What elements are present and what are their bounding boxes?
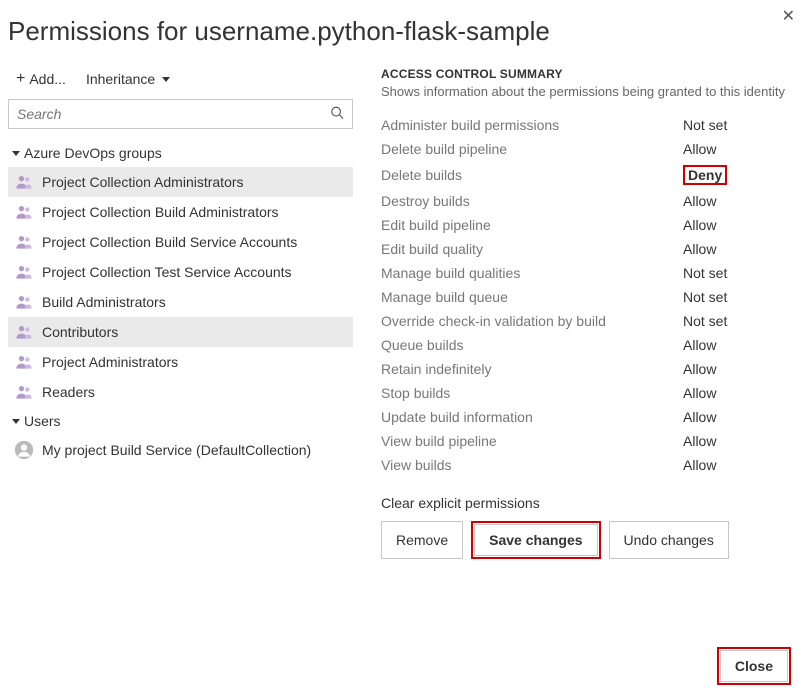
group-item-label: Project Administrators [42, 354, 178, 370]
permission-label: Edit build quality [381, 241, 683, 257]
sidebar-group-item[interactable]: Contributors [8, 317, 353, 347]
undo-changes-button[interactable]: Undo changes [609, 521, 729, 559]
permission-value[interactable]: Not set [683, 289, 793, 305]
permission-label: Queue builds [381, 337, 683, 353]
inheritance-dropdown[interactable]: Inheritance [86, 71, 170, 87]
permission-value[interactable]: Allow [683, 193, 793, 209]
permission-row[interactable]: Delete build pipelineAllow [381, 137, 793, 161]
permission-label: Edit build pipeline [381, 217, 683, 233]
permission-value[interactable]: Allow [683, 385, 793, 401]
user-icon [14, 440, 34, 460]
close-highlight: Close [717, 647, 791, 685]
permission-row[interactable]: Update build informationAllow [381, 405, 793, 429]
group-item-label: Project Collection Build Administrators [42, 204, 279, 220]
clear-permissions-label: Clear explicit permissions [381, 495, 793, 511]
permission-label: Administer build permissions [381, 117, 683, 133]
permission-value[interactable]: Allow [683, 217, 793, 233]
group-item-label: Project Collection Build Service Account… [42, 234, 297, 250]
permission-row[interactable]: Delete buildsDeny [381, 161, 793, 189]
permission-row[interactable]: Destroy buildsAllow [381, 189, 793, 213]
permission-label: Manage build queue [381, 289, 683, 305]
group-icon [14, 232, 34, 252]
permission-value[interactable]: Deny [683, 165, 793, 185]
group-icon [14, 382, 34, 402]
permission-row[interactable]: Queue buildsAllow [381, 333, 793, 357]
sidebar-user-item[interactable]: My project Build Service (DefaultCollect… [8, 435, 353, 465]
inheritance-label: Inheritance [86, 71, 155, 87]
permission-value[interactable]: Allow [683, 457, 793, 473]
permission-row[interactable]: Administer build permissionsNot set [381, 113, 793, 137]
user-item-label: My project Build Service (DefaultCollect… [42, 442, 311, 458]
group-icon [14, 292, 34, 312]
users-section-label: Users [24, 413, 61, 429]
save-highlight: Save changes [471, 521, 600, 559]
sidebar-group-item[interactable]: Readers [8, 377, 353, 407]
group-item-label: Project Collection Test Service Accounts [42, 264, 292, 280]
permission-row[interactable]: Edit build qualityAllow [381, 237, 793, 261]
close-button[interactable]: Close [720, 650, 788, 682]
permission-row[interactable]: View buildsAllow [381, 453, 793, 477]
permission-value[interactable]: Allow [683, 337, 793, 353]
sidebar-group-item[interactable]: Project Collection Administrators [8, 167, 353, 197]
permission-label: Stop builds [381, 385, 683, 401]
sidebar-group-item[interactable]: Project Administrators [8, 347, 353, 377]
permission-value[interactable]: Not set [683, 265, 793, 281]
permission-label: Override check-in validation by build [381, 313, 683, 329]
chevron-down-icon [12, 419, 20, 424]
permission-label: Manage build qualities [381, 265, 683, 281]
permission-value[interactable]: Allow [683, 241, 793, 257]
permission-label: Delete builds [381, 167, 683, 183]
permission-label: Delete build pipeline [381, 141, 683, 157]
permission-value[interactable]: Not set [683, 313, 793, 329]
group-item-label: Contributors [42, 324, 118, 340]
permission-value[interactable]: Allow [683, 433, 793, 449]
group-icon [14, 172, 34, 192]
sidebar-group-item[interactable]: Project Collection Build Administrators [8, 197, 353, 227]
permission-label: View build pipeline [381, 433, 683, 449]
summary-heading: ACCESS CONTROL SUMMARY [381, 67, 793, 81]
group-icon [14, 352, 34, 372]
sidebar-group-item[interactable]: Project Collection Build Service Account… [8, 227, 353, 257]
groups-section-toggle[interactable]: Azure DevOps groups [8, 139, 353, 167]
groups-section-label: Azure DevOps groups [24, 145, 162, 161]
search-icon[interactable] [330, 106, 344, 123]
sidebar-group-item[interactable]: Build Administrators [8, 287, 353, 317]
permission-value[interactable]: Allow [683, 141, 793, 157]
permission-label: Update build information [381, 409, 683, 425]
remove-button[interactable]: Remove [381, 521, 463, 559]
group-item-label: Project Collection Administrators [42, 174, 244, 190]
summary-subtitle: Shows information about the permissions … [381, 84, 793, 99]
add-label: Add... [29, 71, 66, 87]
permission-row[interactable]: View build pipelineAllow [381, 429, 793, 453]
caret-down-icon [162, 77, 170, 82]
permission-value[interactable]: Not set [683, 117, 793, 133]
permission-row[interactable]: Manage build qualitiesNot set [381, 261, 793, 285]
plus-icon: + [16, 71, 25, 87]
permission-row[interactable]: Override check-in validation by buildNot… [381, 309, 793, 333]
sidebar-group-item[interactable]: Project Collection Test Service Accounts [8, 257, 353, 287]
search-input[interactable] [9, 100, 352, 128]
group-item-label: Build Administrators [42, 294, 166, 310]
permission-label: Retain indefinitely [381, 361, 683, 377]
chevron-down-icon [12, 151, 20, 156]
group-item-label: Readers [42, 384, 95, 400]
users-section-toggle[interactable]: Users [8, 407, 353, 435]
permission-value[interactable]: Allow [683, 361, 793, 377]
permission-row[interactable]: Manage build queueNot set [381, 285, 793, 309]
save-changes-button[interactable]: Save changes [474, 524, 597, 556]
search-field-wrap [8, 99, 353, 129]
permission-label: Destroy builds [381, 193, 683, 209]
add-button[interactable]: + Add... [16, 71, 66, 87]
permission-row[interactable]: Stop buildsAllow [381, 381, 793, 405]
permission-row[interactable]: Edit build pipelineAllow [381, 213, 793, 237]
group-icon [14, 262, 34, 282]
permission-value[interactable]: Allow [683, 409, 793, 425]
page-title: Permissions for username.python-flask-sa… [0, 0, 809, 67]
group-icon [14, 202, 34, 222]
permission-row[interactable]: Retain indefinitelyAllow [381, 357, 793, 381]
permission-label: View builds [381, 457, 683, 473]
close-icon[interactable]: ✕ [782, 6, 795, 26]
group-icon [14, 322, 34, 342]
